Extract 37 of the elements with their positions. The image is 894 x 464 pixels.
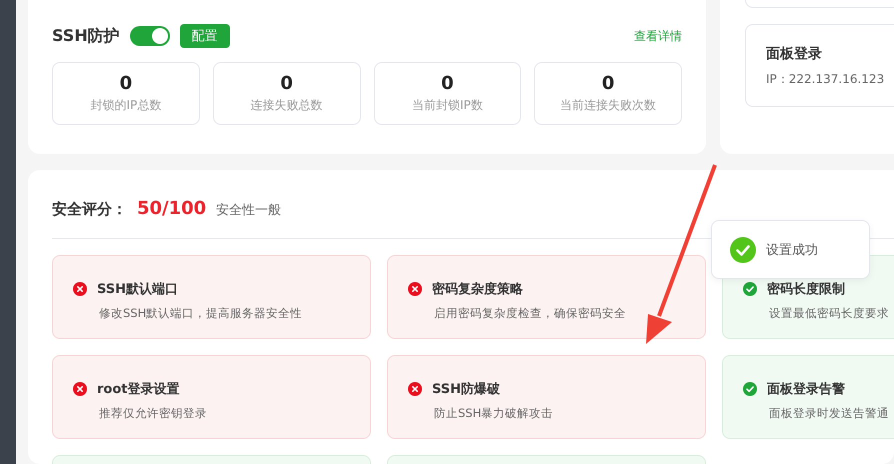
error-icon xyxy=(408,282,422,296)
success-icon xyxy=(730,236,756,262)
check-title: 密码复杂度策略 xyxy=(432,280,523,298)
error-icon xyxy=(408,382,422,396)
stat-value: 0 xyxy=(441,73,454,94)
check-title: SSH防爆破 xyxy=(432,381,500,398)
toggle-switch[interactable] xyxy=(130,26,170,46)
check-description: 启用密码复杂度检查，确保密码安全 xyxy=(434,306,627,321)
section-title: SSH防护 xyxy=(52,26,120,46)
check-title: root登录设置 xyxy=(97,381,180,398)
check-icon xyxy=(743,282,757,296)
stat-label: 当前封锁IP数 xyxy=(412,97,483,114)
check-description: 面板登录时发送告警通 xyxy=(769,406,890,421)
score-label: 安全评分： xyxy=(52,200,127,219)
config-button[interactable]: 配置 xyxy=(180,24,230,48)
stat-value: 0 xyxy=(120,73,132,94)
check-icon xyxy=(743,382,757,396)
security-rating: 安全性一般 xyxy=(216,202,282,219)
check-description: 推荐仅允许密钥登录 xyxy=(99,406,208,421)
toast-message: 设置成功 xyxy=(766,242,818,258)
login-ip: IP：222.137.16.123 xyxy=(766,71,886,88)
error-icon xyxy=(73,382,87,396)
details-link[interactable]: 查看详情 xyxy=(634,28,682,44)
check-title: SSH默认端口 xyxy=(97,281,178,298)
stat-value: 0 xyxy=(602,73,614,94)
stat-label: 当前连接失败次数 xyxy=(560,97,656,114)
stat-label: 封锁的IP总数 xyxy=(90,97,162,114)
security-score: 50/100 xyxy=(137,198,206,219)
stat-value: 0 xyxy=(280,73,293,94)
check-description: 修改SSH默认端口，提高服务器安全性 xyxy=(99,306,304,321)
check-description: 防止SSH暴力破解攻击 xyxy=(434,406,554,421)
stat-label: 连接失败总数 xyxy=(250,97,323,114)
check-title: 密码长度限制 xyxy=(767,280,845,298)
panel-login-title: 面板登录 xyxy=(766,45,823,63)
check-title: 面板登录告警 xyxy=(767,380,845,398)
error-icon xyxy=(73,282,87,296)
check-description: 设置最低密码长度要求 xyxy=(769,306,890,321)
